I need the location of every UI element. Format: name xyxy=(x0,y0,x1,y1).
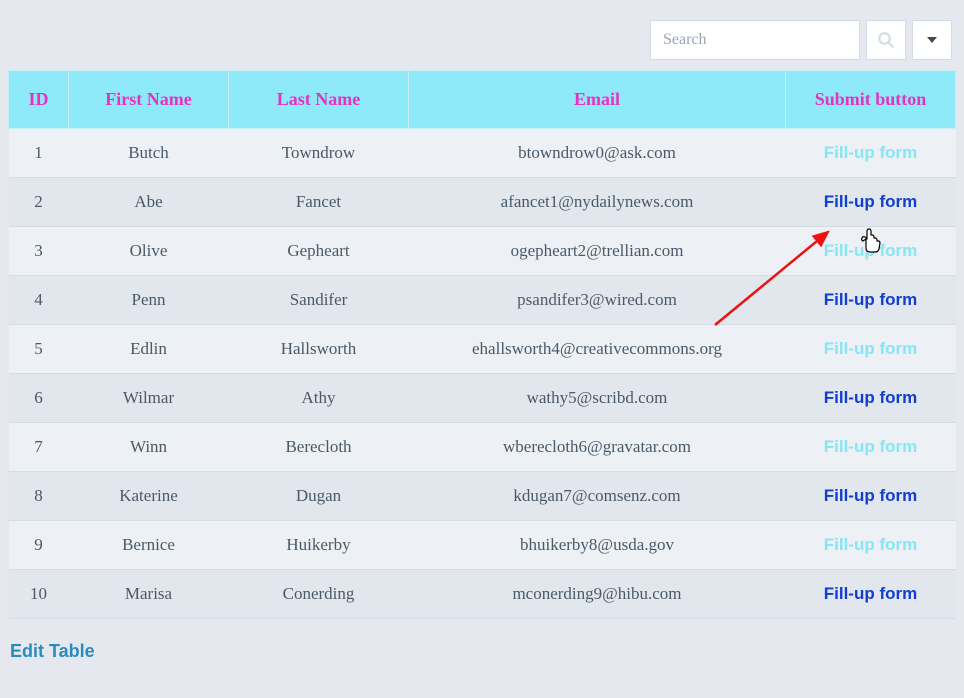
cell-first-name: Bernice xyxy=(69,521,229,570)
cell-submit: Fill-up form xyxy=(786,178,956,227)
fill-up-form-link[interactable]: Fill-up form xyxy=(824,388,917,407)
fill-up-form-link[interactable]: Fill-up form xyxy=(824,241,917,260)
cell-first-name: Katerine xyxy=(69,472,229,521)
cell-first-name: Edlin xyxy=(69,325,229,374)
fill-up-form-link[interactable]: Fill-up form xyxy=(824,584,917,603)
fill-up-form-link[interactable]: Fill-up form xyxy=(824,437,917,456)
table-row: 8KaterineDugankdugan7@comsenz.com Fill-up… xyxy=(9,472,956,521)
cell-last-name: Athy xyxy=(229,374,409,423)
search-icon xyxy=(877,31,895,49)
table-row: 2AbeFancetafancet1@nydailynews.com Fill-u… xyxy=(9,178,956,227)
cell-id: 7 xyxy=(9,423,69,472)
cell-first-name: Winn xyxy=(69,423,229,472)
cell-id: 5 xyxy=(9,325,69,374)
table-header-row: ID First Name Last Name Email Submit but… xyxy=(9,71,956,129)
cell-submit: Fill-up form xyxy=(786,374,956,423)
cell-email: afancet1@nydailynews.com xyxy=(409,178,786,227)
table-row: 10MarisaConerdingmconerding9@hibu.com Fil… xyxy=(9,570,956,619)
cell-id: 2 xyxy=(9,178,69,227)
cell-first-name: Butch xyxy=(69,129,229,178)
toolbar-dropdown-button[interactable] xyxy=(912,20,952,60)
data-table: ID First Name Last Name Email Submit but… xyxy=(8,70,956,619)
cell-submit: Fill-up form xyxy=(786,472,956,521)
cell-last-name: Hallsworth xyxy=(229,325,409,374)
cell-submit: Fill-up form xyxy=(786,521,956,570)
cell-last-name: Fancet xyxy=(229,178,409,227)
cell-email: mconerding9@hibu.com xyxy=(409,570,786,619)
cell-last-name: Towndrow xyxy=(229,129,409,178)
cell-submit: Fill-up form xyxy=(786,129,956,178)
cell-first-name: Marisa xyxy=(69,570,229,619)
col-header-email[interactable]: Email xyxy=(409,71,786,129)
edit-table-link[interactable]: Edit Table xyxy=(10,641,95,662)
cell-submit: Fill-up form xyxy=(786,570,956,619)
cell-submit: Fill-up form xyxy=(786,276,956,325)
table-row: 3OliveGepheartogepheart2@trellian.com Fil… xyxy=(9,227,956,276)
table-row: 5EdlinHallsworthehallsworth4@creativecom… xyxy=(9,325,956,374)
cell-first-name: Olive xyxy=(69,227,229,276)
cell-id: 4 xyxy=(9,276,69,325)
cell-first-name: Penn xyxy=(69,276,229,325)
cell-last-name: Dugan xyxy=(229,472,409,521)
cell-email: btowndrow0@ask.com xyxy=(409,129,786,178)
cell-submit: Fill-up form xyxy=(786,325,956,374)
cell-id: 6 xyxy=(9,374,69,423)
table-row: 4PennSandiferpsandifer3@wired.com Fill-up… xyxy=(9,276,956,325)
cell-email: ogepheart2@trellian.com xyxy=(409,227,786,276)
cell-email: ehallsworth4@creativecommons.org xyxy=(409,325,786,374)
cell-email: kdugan7@comsenz.com xyxy=(409,472,786,521)
search-input[interactable] xyxy=(650,20,860,60)
fill-up-form-link[interactable]: Fill-up form xyxy=(824,486,917,505)
col-header-lastname[interactable]: Last Name xyxy=(229,71,409,129)
cell-email: wathy5@scribd.com xyxy=(409,374,786,423)
cell-last-name: Sandifer xyxy=(229,276,409,325)
cell-id: 10 xyxy=(9,570,69,619)
cell-email: wberecloth6@gravatar.com xyxy=(409,423,786,472)
table-toolbar xyxy=(8,20,956,60)
fill-up-form-link[interactable]: Fill-up form xyxy=(824,339,917,358)
cell-last-name: Gepheart xyxy=(229,227,409,276)
table-row: 1ButchTowndrowbtowndrow0@ask.com Fill-up … xyxy=(9,129,956,178)
cell-last-name: Berecloth xyxy=(229,423,409,472)
cell-email: bhuikerby8@usda.gov xyxy=(409,521,786,570)
cell-id: 3 xyxy=(9,227,69,276)
cell-id: 8 xyxy=(9,472,69,521)
caret-down-icon xyxy=(927,37,937,43)
fill-up-form-link[interactable]: Fill-up form xyxy=(824,535,917,554)
col-header-submit[interactable]: Submit button xyxy=(786,71,956,129)
cell-id: 9 xyxy=(9,521,69,570)
cell-submit: Fill-up form xyxy=(786,423,956,472)
fill-up-form-link[interactable]: Fill-up form xyxy=(824,192,917,211)
cell-email: psandifer3@wired.com xyxy=(409,276,786,325)
cell-submit: Fill-up form xyxy=(786,227,956,276)
cell-first-name: Wilmar xyxy=(69,374,229,423)
search-button[interactable] xyxy=(866,20,906,60)
col-header-firstname[interactable]: First Name xyxy=(69,71,229,129)
cell-id: 1 xyxy=(9,129,69,178)
table-row: 9BerniceHuikerbybhuikerby8@usda.gov Fill-… xyxy=(9,521,956,570)
table-row: 6WilmarAthywathy5@scribd.com Fill-up form xyxy=(9,374,956,423)
fill-up-form-link[interactable]: Fill-up form xyxy=(824,290,917,309)
cell-first-name: Abe xyxy=(69,178,229,227)
table-row: 7WinnBereclothwberecloth6@gravatar.com Fi… xyxy=(9,423,956,472)
cell-last-name: Huikerby xyxy=(229,521,409,570)
cell-last-name: Conerding xyxy=(229,570,409,619)
fill-up-form-link[interactable]: Fill-up form xyxy=(824,143,917,162)
col-header-id[interactable]: ID xyxy=(9,71,69,129)
